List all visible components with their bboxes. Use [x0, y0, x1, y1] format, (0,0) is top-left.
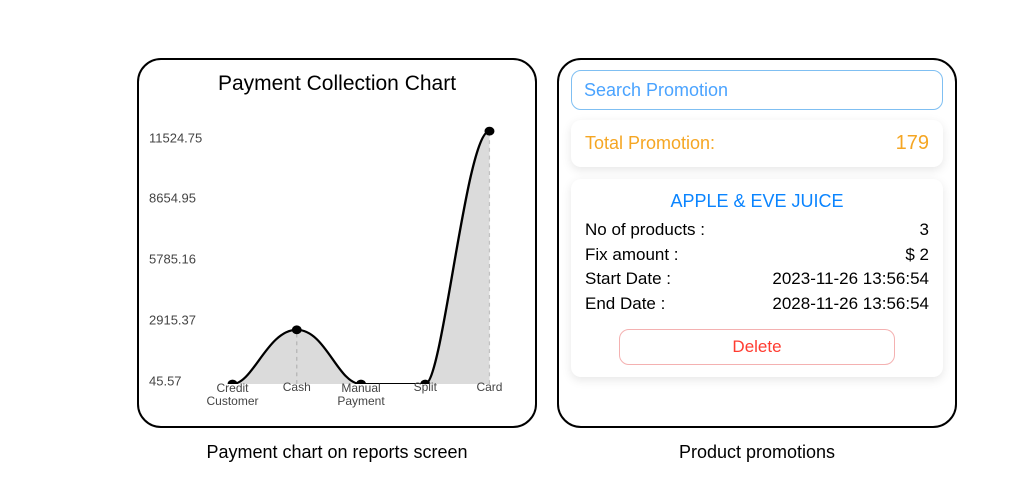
y-tick: 5785.16	[149, 252, 196, 267]
promotion-field-row: Fix amount : $ 2	[585, 243, 929, 268]
total-promotion-value: 179	[896, 132, 929, 155]
x-tick: ManualPayment	[337, 382, 384, 408]
chart-title: Payment Collection Chart	[139, 72, 535, 96]
x-tick: CreditCustomer	[207, 382, 259, 408]
promotion-field-row: No of products : 3	[585, 218, 929, 243]
fix-amount-value: $ 2	[905, 243, 929, 268]
delete-promotion-button[interactable]: Delete	[619, 329, 894, 365]
promotions-panel: Total Promotion: 179 APPLE & EVE JUICE N…	[557, 58, 957, 428]
no-of-products-label: No of products :	[585, 218, 705, 243]
x-tick: Card	[476, 381, 502, 394]
payment-chart-panel: Payment Collection Chart 11524.75 8654.9…	[137, 58, 537, 428]
chart-plot	[215, 126, 507, 384]
promotion-field-row: End Date : 2028-11-26 13:56:54	[585, 292, 929, 317]
y-tick: 11524.75	[149, 130, 202, 145]
y-tick: 2915.37	[149, 313, 196, 328]
start-date-value: 2023-11-26 13:56:54	[772, 267, 929, 292]
chart-area: 11524.75 8654.95 5785.16 2915.37 45.57	[149, 120, 525, 394]
fix-amount-label: Fix amount :	[585, 243, 679, 268]
promotion-field-row: Start Date : 2023-11-26 13:56:54	[585, 267, 929, 292]
x-tick: Split	[414, 381, 437, 394]
content-card: Payment Collection Chart 11524.75 8654.9…	[12, 12, 1012, 488]
search-promotion-input[interactable]	[571, 70, 943, 110]
total-promotion-card: Total Promotion: 179	[571, 120, 943, 167]
end-date-label: End Date :	[585, 292, 665, 317]
total-promotion-label: Total Promotion:	[585, 133, 715, 154]
end-date-value: 2028-11-26 13:56:54	[772, 292, 929, 317]
start-date-label: Start Date :	[585, 267, 671, 292]
y-tick: 45.57	[149, 373, 182, 388]
y-tick: 8654.95	[149, 191, 196, 206]
x-tick: Cash	[283, 381, 311, 394]
right-panel-caption: Product promotions	[557, 442, 957, 463]
left-panel-caption: Payment chart on reports screen	[137, 442, 537, 463]
chart-svg	[215, 126, 507, 384]
promotion-item-title: APPLE & EVE JUICE	[585, 191, 929, 212]
no-of-products-value: 3	[920, 218, 929, 243]
promotion-item-card[interactable]: APPLE & EVE JUICE No of products : 3 Fix…	[571, 179, 943, 377]
